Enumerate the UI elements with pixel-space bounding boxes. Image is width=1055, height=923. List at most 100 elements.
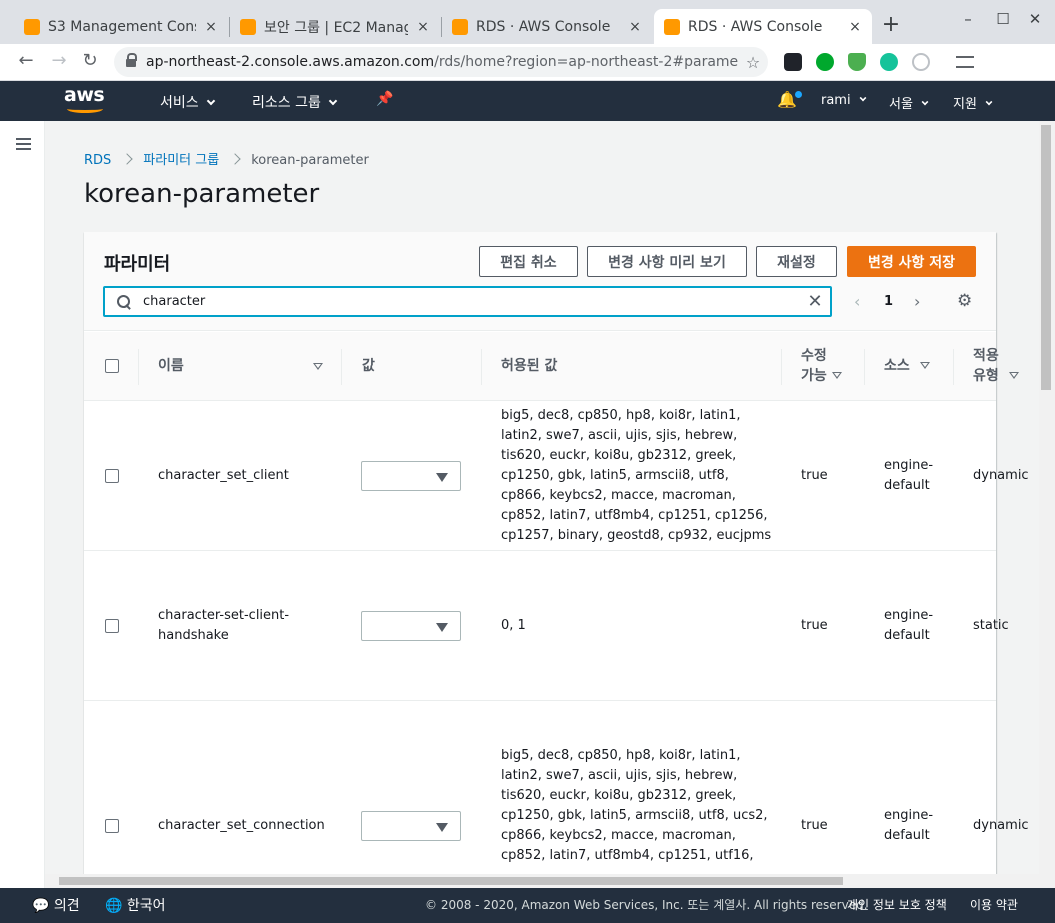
table-header: 이름 값 허용된 값 수정 가능 소스 적용 유형 (84, 332, 1019, 401)
column-header-apply-type[interactable]: 적용 유형 (973, 346, 1033, 386)
tab-title: S3 Management Conso (48, 18, 196, 35)
react-devtools-icon[interactable] (784, 53, 802, 71)
forward-arrow-icon[interactable]: → (47, 50, 71, 71)
column-divider (953, 349, 954, 385)
grammarly-icon[interactable] (880, 53, 898, 71)
column-divider (138, 349, 139, 385)
browser-tab-s3[interactable]: S3 Management Conso × (14, 9, 228, 44)
parameter-name: character_set_client (158, 468, 289, 483)
vertical-scrollbar[interactable] (1039, 121, 1055, 888)
support-menu[interactable]: 지원 (953, 93, 993, 112)
aws-favicon-icon (240, 18, 256, 35)
terms-link[interactable]: 이용 약관 (970, 896, 1018, 913)
window-close-button[interactable]: ✕ (1025, 10, 1045, 28)
breadcrumb-parameter-groups-link[interactable]: 파라미터 그룹 (143, 153, 219, 168)
breadcrumb-rds-link[interactable]: RDS (84, 153, 111, 168)
parameter-value-select[interactable] (361, 611, 461, 641)
timer-extension-icon[interactable] (912, 53, 930, 71)
scrollbar-thumb[interactable] (1041, 125, 1051, 390)
resource-groups-menu[interactable]: 리소스 그룹 (252, 92, 338, 112)
column-divider (864, 349, 865, 385)
region-menu[interactable]: 서울 (889, 93, 929, 112)
window-minimize-button[interactable]: – (958, 10, 978, 28)
reset-button[interactable]: 재설정 (756, 246, 837, 277)
pin-icon[interactable]: 📌 (376, 91, 393, 107)
parameter-value-select[interactable] (361, 461, 461, 491)
save-changes-button[interactable]: 변경 사항 저장 (847, 246, 976, 277)
evernote-icon[interactable] (816, 53, 834, 71)
page-number[interactable]: 1 (884, 294, 893, 309)
chevron-right-icon (229, 153, 241, 165)
parameter-value-select[interactable] (361, 811, 461, 841)
media-control-icon[interactable] (956, 56, 974, 68)
reload-icon[interactable]: ↻ (78, 50, 102, 71)
bookmark-star-icon[interactable]: ☆ (738, 53, 768, 72)
allowed-values: big5, dec8, cp850, hp8, koi8r, latin1, la… (501, 748, 768, 863)
new-tab-button[interactable]: + (878, 12, 904, 37)
tab-title: RDS · AWS Console (476, 18, 611, 35)
main-content: RDS 파라미터 그룹 korean-parameter korean-parame… (45, 121, 1039, 888)
column-header-name[interactable]: 이름 (158, 356, 184, 376)
source-value: engine-default (884, 808, 934, 843)
sort-icon (1008, 372, 1019, 379)
prev-page-icon[interactable]: ‹ (854, 292, 860, 311)
search-input[interactable] (143, 294, 800, 309)
panel-header: 파라미터 편집 취소 변경 사항 미리 보기 재설정 변경 사항 저장 ✕ ‹ … (84, 232, 996, 331)
preview-changes-button[interactable]: 변경 사항 미리 보기 (587, 246, 747, 277)
gear-icon[interactable]: ⚙ (957, 291, 972, 311)
language-selector[interactable]: 🌐 한국어 (105, 895, 166, 915)
scrollbar-thumb[interactable] (59, 877, 843, 885)
column-header-source[interactable]: 소스 (884, 356, 930, 376)
search-field[interactable]: ✕ (103, 286, 832, 317)
aws-logo[interactable]: aws (64, 85, 108, 115)
hamburger-menu-icon[interactable] (16, 138, 31, 150)
row-checkbox[interactable] (105, 819, 119, 833)
modifiable-value: true (801, 818, 828, 833)
column-header-allowed-values: 허용된 값 (501, 358, 558, 374)
parameters-panel: 파라미터 편집 취소 변경 사항 미리 보기 재설정 변경 사항 저장 ✕ ‹ … (84, 232, 1029, 888)
lock-icon (126, 52, 137, 68)
services-menu[interactable]: 서비스 (160, 92, 215, 112)
aws-top-navigation: aws 서비스 리소스 그룹 📌 🔔 rami 서울 지원 (0, 81, 1055, 121)
tab-close-icon[interactable]: × (848, 19, 862, 35)
chevron-right-icon (121, 153, 133, 165)
notification-bell-icon[interactable]: 🔔 (777, 90, 802, 109)
tab-close-icon[interactable]: × (628, 19, 642, 35)
aws-logo-text: aws (64, 84, 105, 106)
address-bar[interactable]: ap-northeast-2.console.aws.amazon.com/rd… (114, 47, 768, 77)
column-header-modifiable[interactable]: 수정 가능 (801, 346, 842, 386)
row-checkbox[interactable] (105, 619, 119, 633)
browser-tab-ec2[interactable]: 보안 그룹 | EC2 Manage × (230, 9, 440, 44)
back-arrow-icon[interactable]: ← (14, 50, 38, 71)
console-footer: 💬 의견 🌐 한국어 © 2008 - 2020, Amazon Web Ser… (0, 888, 1055, 923)
tab-close-icon[interactable]: × (204, 19, 218, 35)
allowed-values: 0, 1 (501, 618, 526, 633)
column-header-value: 값 (362, 358, 375, 374)
notification-dot (795, 91, 802, 98)
column-divider (341, 349, 342, 385)
aws-favicon-icon (24, 18, 40, 35)
chevron-down-icon (859, 94, 866, 102)
window-maximize-button[interactable]: ☐ (993, 10, 1013, 28)
next-page-icon[interactable]: › (914, 292, 920, 311)
privacy-policy-link[interactable]: 개인 정보 보호 정책 (847, 896, 947, 913)
user-menu[interactable]: rami (821, 93, 866, 108)
cancel-edit-button[interactable]: 편집 취소 (479, 246, 578, 277)
row-checkbox[interactable] (105, 469, 119, 483)
table-row: character_set_connection big5, dec8, cp8… (84, 701, 1029, 888)
breadcrumb-current: korean-parameter (251, 153, 369, 168)
shield-extension-icon[interactable] (848, 53, 866, 71)
select-all-checkbox[interactable] (105, 359, 119, 373)
clear-search-icon[interactable]: ✕ (800, 291, 830, 312)
horizontal-scrollbar[interactable] (45, 874, 1039, 888)
aws-smile-icon (67, 105, 103, 113)
browser-tab-rds-1[interactable]: RDS · AWS Console × (442, 9, 652, 44)
feedback-link[interactable]: 💬 의견 (32, 895, 80, 915)
browser-tab-rds-active[interactable]: RDS · AWS Console × (654, 9, 872, 44)
sort-icon (831, 372, 842, 379)
side-navigation (0, 121, 45, 888)
tab-close-icon[interactable]: × (416, 19, 430, 35)
chevron-down-icon (206, 96, 215, 106)
table-row: character-set-client-handshake 0, 1 true… (84, 551, 1009, 701)
sort-icon[interactable] (313, 363, 323, 370)
